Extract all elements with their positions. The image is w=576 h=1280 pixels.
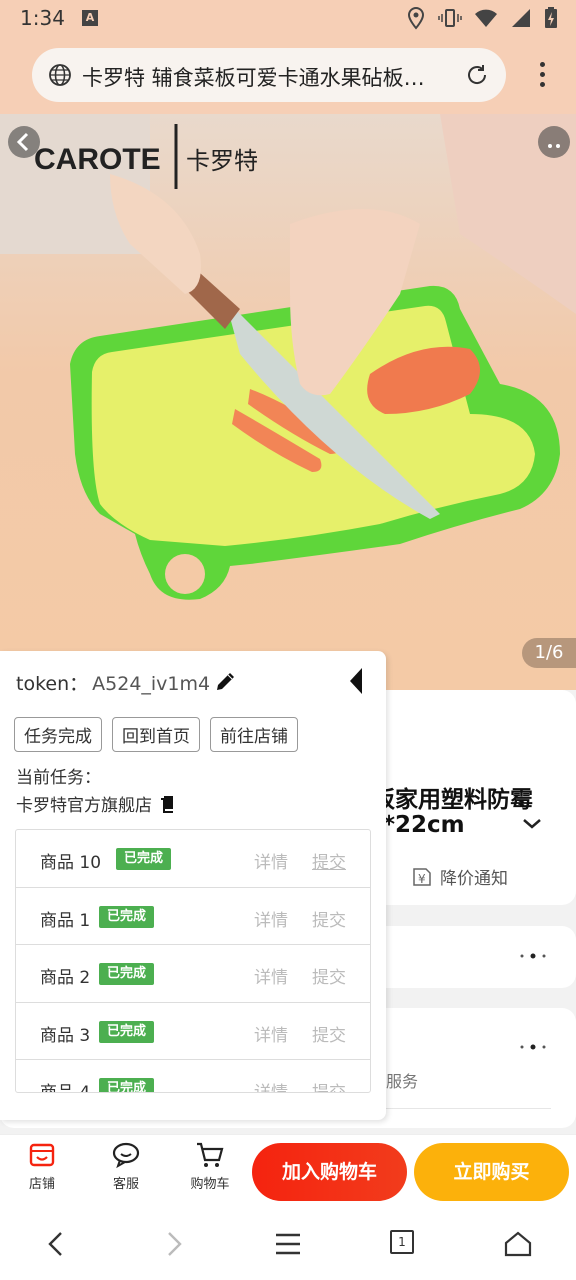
item-name: 商品 3 <box>40 1025 91 1046</box>
item-name: 商品 4 <box>40 1083 91 1093</box>
status-badge: 已完成 <box>99 1078 155 1092</box>
vibrate-icon <box>438 9 462 27</box>
more-dots-icon[interactable] <box>518 952 548 960</box>
shop-icon <box>29 1143 55 1167</box>
current-task-shop: 卡罗特官方旗舰店 <box>16 791 178 816</box>
browser-toolbar: 卡罗特 辅食菜板可爱卡通水果砧板… <box>0 38 576 114</box>
forward-arrow-icon[interactable] <box>162 1230 186 1258</box>
submit-link[interactable]: 提交 <box>312 906 346 931</box>
buy-now-button[interactable]: 立即购买 <box>414 1143 569 1201</box>
status-bar: 1:34 A <box>0 0 576 38</box>
list-item: 商品 4 已完成 详情 提交 <box>16 1060 370 1093</box>
more-icon[interactable] <box>538 126 570 158</box>
price-notice-label: 降价通知 <box>440 869 508 889</box>
current-task-shop-name: 卡罗特官方旗舰店 <box>16 796 152 816</box>
svg-text:卡罗特: 卡罗特 <box>186 147 258 175</box>
cart-icon <box>197 1142 224 1167</box>
list-item: 商品 2 已完成 详情 提交 <box>16 945 370 1003</box>
product-title-line1: 板家用塑料防霉 <box>372 787 533 813</box>
detail-link[interactable]: 详情 <box>254 848 288 873</box>
address-bar[interactable]: 卡罗特 辅食菜板可爱卡通水果砧板… <box>32 48 506 102</box>
submit-link[interactable]: 提交 <box>312 963 346 988</box>
status-badge: 已完成 <box>99 1020 155 1043</box>
tab-service-label: 客服 <box>112 1177 139 1192</box>
brand-logo-text: CAROTE <box>34 143 161 176</box>
chat-smile-icon <box>112 1142 140 1169</box>
tab-customer-service[interactable]: 客服 <box>96 1141 156 1192</box>
status-icons <box>406 6 558 30</box>
token-value: A524_iv1m4 <box>92 673 211 695</box>
battery-icon <box>545 7 557 28</box>
tab-shop[interactable]: 店铺 <box>12 1141 72 1192</box>
reload-icon[interactable] <box>464 62 490 88</box>
chevron-down-icon[interactable] <box>522 818 542 830</box>
task-overlay-panel: token： A524_iv1m4 任务完成 回到首页 前往店铺 当前任务： 卡罗… <box>0 651 386 1120</box>
globe-icon <box>49 64 71 86</box>
overlay-buttons: 任务完成 回到首页 前往店铺 <box>14 717 298 752</box>
item-name: 商品 2 <box>40 968 91 988</box>
go-to-store-button[interactable]: 前往店铺 <box>210 717 298 752</box>
cutting-board-photo: CAROTE 卡罗特 <box>0 114 576 690</box>
tab-shop-label: 店铺 <box>28 1177 55 1192</box>
detail-link[interactable]: 详情 <box>254 906 288 931</box>
task-list[interactable]: 商品 10 已完成 详情 提交 商品 1 已完成 详情 提交 商品 2 已完成 … <box>15 829 371 1093</box>
current-task-label: 当前任务： <box>16 768 101 788</box>
image-counter: 1/6 <box>522 638 576 668</box>
price-tag-icon: ¥ <box>413 867 431 886</box>
submit-link[interactable]: 提交 <box>312 1078 346 1092</box>
token-label: token： <box>16 673 89 695</box>
status-badge: 已完成 <box>99 963 155 985</box>
submit-link[interactable]: 提交 <box>312 848 346 873</box>
add-to-cart-button[interactable]: 加入购物车 <box>252 1143 407 1201</box>
service-label: 服务 <box>386 1072 419 1091</box>
back-arrow-icon[interactable] <box>44 1230 68 1258</box>
status-badge: 已完成 <box>99 905 155 928</box>
menu-icon[interactable] <box>274 1230 302 1258</box>
detail-link[interactable]: 详情 <box>254 1021 288 1046</box>
back-home-button[interactable]: 回到首页 <box>112 717 200 752</box>
item-name: 商品 1 <box>40 910 91 931</box>
overflow-menu-button[interactable] <box>540 62 546 92</box>
wifi-icon <box>475 9 497 27</box>
signal-icon <box>512 9 530 27</box>
page-title[interactable]: 卡罗特 辅食菜板可爱卡通水果砧板… <box>82 62 452 92</box>
app-notification-icon: A <box>82 10 98 26</box>
status-badge: 已完成 <box>116 848 172 870</box>
detail-link[interactable]: 详情 <box>254 963 288 988</box>
location-icon <box>407 6 425 30</box>
list-item: 商品 3 已完成 详情 提交 <box>16 1003 370 1060</box>
home-icon[interactable] <box>504 1230 532 1258</box>
copy-icon[interactable] <box>158 794 178 814</box>
product-image[interactable]: CAROTE 卡罗特 <box>0 114 576 690</box>
back-icon[interactable] <box>8 126 40 158</box>
item-name: 商品 10 <box>40 853 102 873</box>
token-row: token： A524_iv1m4 <box>16 669 210 696</box>
collapse-panel-icon[interactable] <box>348 667 364 695</box>
bottom-action-bar: 店铺 客服 购物车 加入购物车 立即购买 <box>0 1134 576 1208</box>
tab-cart[interactable]: 购物车 <box>180 1141 240 1192</box>
status-time: 1:34 <box>20 6 65 30</box>
system-nav-bar: 1 <box>0 1208 576 1280</box>
price-notice-button[interactable]: ¥ 降价通知 <box>410 864 508 889</box>
svg-text:¥: ¥ <box>418 872 426 886</box>
detail-link[interactable]: 详情 <box>254 1078 288 1092</box>
task-complete-button[interactable]: 任务完成 <box>14 717 102 752</box>
list-item: 商品 1 已完成 详情 提交 <box>16 888 370 945</box>
more-dots-icon[interactable] <box>518 1043 548 1051</box>
product-title-line2: *22cm <box>383 812 465 838</box>
submit-link[interactable]: 提交 <box>312 1021 346 1046</box>
edit-pencil-icon[interactable] <box>214 669 238 693</box>
tabs-count-button[interactable]: 1 <box>390 1230 414 1254</box>
tab-cart-label: 购物车 <box>190 1177 230 1192</box>
list-item: 商品 10 已完成 详情 提交 <box>16 830 370 888</box>
